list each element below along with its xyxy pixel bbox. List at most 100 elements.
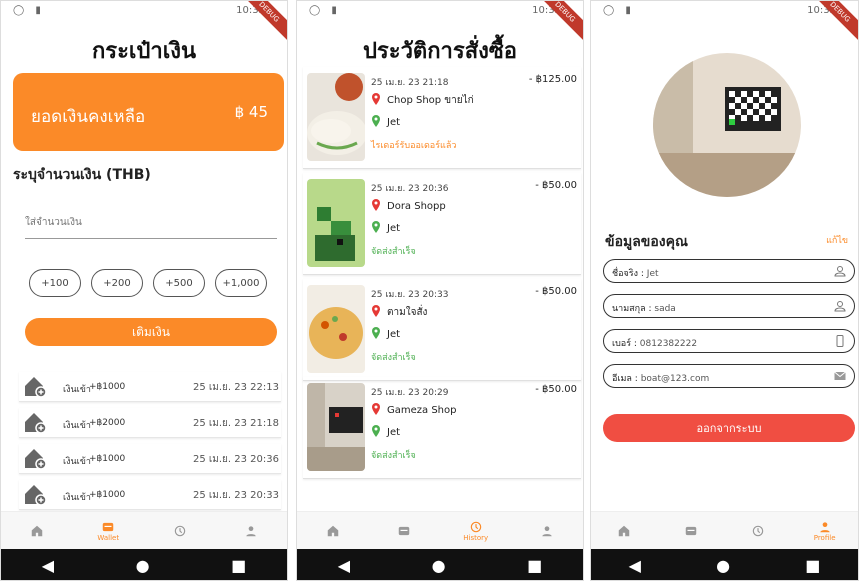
topup-button[interactable]: เติมเงิน [25,318,277,346]
order-image [307,179,365,267]
chip-500[interactable]: +500 [153,269,205,297]
amount-chips: +100 +200 +500 +1,000 [29,269,267,297]
history-screen: ◯ ▮ 10:32 DEBUG ประวัติการสั่งซื้อ 25 เม… [296,0,584,581]
transaction-date: 25 เม.ย. 23 21:18 [192,418,279,429]
back-icon[interactable]: ◀ [42,556,54,575]
order-card[interactable]: 25 เม.ย. 23 20:29 - ฿50.00 Gameza Shop J… [303,377,581,479]
nav-home[interactable] [297,512,369,549]
transaction-label: เงินเข้า [63,385,91,395]
person-icon [542,525,552,536]
nav-wallet-label: Wallet [97,533,120,542]
transaction-row[interactable]: เงินเข้า +฿1000 25 เม.ย. 23 22:13 [19,372,281,402]
order-price: - ฿50.00 [535,286,577,297]
system-nav-bar: ◀ ● ■ [591,549,858,580]
order-date: 25 เม.ย. 23 20:33 [371,290,449,300]
transaction-label: เงินเข้า [63,457,91,467]
order-card[interactable]: 25 เม.ย. 23 20:36 - ฿50.00 Dora Shopp Je… [303,173,581,275]
logout-button[interactable]: ออกจากระบบ [603,414,855,442]
customer-pin-icon [372,115,380,127]
home-circle-icon[interactable]: ● [432,556,446,575]
shop-pin-icon [372,403,380,415]
transaction-row[interactable]: เงินเข้า +฿2000 25 เม.ย. 23 21:18 [19,408,281,438]
order-date: 25 เม.ย. 23 20:29 [371,388,449,398]
amount-input[interactable] [25,207,277,239]
nav-history-label: History [463,533,489,542]
field-label: ชื่อจริง : [612,269,644,279]
shop-pin-icon [372,305,380,317]
field-label: อีเมล : [612,374,638,384]
transaction-row[interactable]: เงินเข้า +฿1000 25 เม.ย. 23 20:36 [19,444,281,474]
transaction-amount: +฿2000 [89,418,126,428]
nav-wallet[interactable] [658,512,725,549]
home-icon [327,525,338,536]
nav-history[interactable]: History [440,512,512,549]
transaction-date: 25 เม.ย. 23 22:13 [192,382,279,393]
nav-profile[interactable] [512,512,584,549]
email-field[interactable]: อีเมล : boat@123.com [603,364,855,388]
wallet-screen: ◯ ▮ 10:32 DEBUG กระเป๋าเงิน ยอดเงินคงเหล… [0,0,288,581]
profile-screen: ◯ ▮ 10:32 DEBUG ข้อมูลของคุณ แก้ไข ชื่อจ… [590,0,859,581]
order-customer: Jet [371,327,400,340]
order-image [307,73,365,161]
order-customer: Jet [371,115,400,128]
back-icon[interactable]: ◀ [629,556,641,575]
chip-200[interactable]: +200 [91,269,143,297]
chip-1000[interactable]: +1,000 [215,269,267,297]
field-label: นามสกุล : [612,304,652,314]
transaction-date: 25 เม.ย. 23 20:33 [192,490,279,501]
avatar[interactable] [653,53,801,197]
phone-field[interactable]: เบอร์ : 0812382222 [603,329,855,353]
deposit-icon [25,377,47,398]
nav-history[interactable] [725,512,792,549]
order-shop-name: ตามใจสั่ง [387,307,428,318]
home-circle-icon[interactable]: ● [136,556,150,575]
nav-wallet[interactable]: Wallet [73,512,145,549]
last-name-field[interactable]: นามสกุล : sada [603,294,855,318]
nav-home[interactable] [1,512,73,549]
system-nav-bar: ◀ ● ■ [297,549,583,580]
shop-pin-icon [372,93,380,105]
balance-card: ยอดเงินคงเหลือ ฿ 45 [13,73,284,151]
customer-pin-icon [372,327,380,339]
nav-profile[interactable] [216,512,288,549]
bottom-nav: Wallet [1,511,287,549]
home-circle-icon[interactable]: ● [716,556,730,575]
status-bar: ◯ ▮ 10:32 [1,1,287,25]
recents-icon[interactable]: ■ [231,556,246,575]
transaction-date: 25 เม.ย. 23 20:36 [192,454,279,465]
chip-100[interactable]: +100 [29,269,81,297]
order-customer: Jet [371,425,400,438]
transaction-amount: +฿1000 [89,490,126,500]
amount-section-label: ระบุจำนวนเงิน (THB) [13,167,151,183]
edit-link[interactable]: แก้ไข [826,233,848,247]
nav-profile[interactable]: Profile [791,512,858,549]
nav-home[interactable] [591,512,658,549]
order-status: จัดส่งสำเร็จ [371,247,416,257]
back-icon[interactable]: ◀ [338,556,350,575]
balance-value: ฿ 45 [234,103,268,121]
order-card[interactable]: 25 เม.ย. 23 20:33 - ฿50.00 ตามใจสั่ง Jet… [303,279,581,381]
recents-icon[interactable]: ■ [527,556,542,575]
order-image [307,285,365,373]
person-icon [834,266,846,277]
order-shop-name: Gameza Shop [387,405,457,416]
person-icon [246,525,256,536]
status-icons-left: ◯ ▮ [309,5,341,16]
history-icon [470,521,481,532]
order-price: - ฿50.00 [535,384,577,395]
shop-pin-icon [372,199,380,211]
order-card[interactable]: 25 เม.ย. 23 21:18 - ฿125.00 Chop Shop ขา… [303,67,581,169]
balance-label: ยอดเงินคงเหลือ [31,107,146,127]
transaction-label: เงินเข้า [63,493,91,503]
first-name-field[interactable]: ชื่อจริง : Jet [603,259,855,283]
nav-wallet[interactable] [369,512,441,549]
nav-history[interactable] [144,512,216,549]
page-title: ประวัติการสั่งซื้อ [362,39,518,64]
wallet-icon [103,522,114,531]
order-shop: Gameza Shop [371,403,456,416]
order-customer-name: Jet [387,117,401,128]
deposit-icon [25,449,47,470]
recents-icon[interactable]: ■ [805,556,820,575]
transaction-row[interactable]: เงินเข้า +฿1000 25 เม.ย. 23 20:33 [19,480,281,510]
order-status: ไรเดอร์รับออเดอร์แล้ว [371,141,457,151]
